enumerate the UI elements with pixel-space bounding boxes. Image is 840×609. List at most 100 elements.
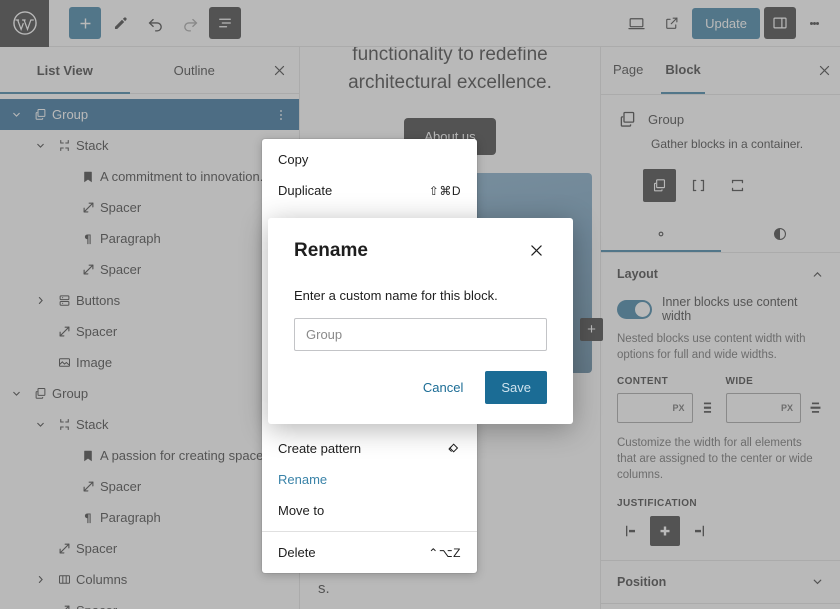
justification-label: JUSTIFICATION [617, 497, 698, 509]
inner-blocks-toggle-row[interactable]: Inner blocks use content width [601, 295, 840, 323]
chevron-down-icon[interactable] [811, 575, 824, 588]
menu-item-create-pattern[interactable]: Create pattern [262, 433, 477, 464]
content-width-align-icon[interactable] [699, 399, 716, 416]
close-icon[interactable] [526, 240, 547, 261]
update-button[interactable]: Update [692, 7, 760, 39]
group-variation-icon[interactable] [643, 169, 676, 202]
list-item-label: A passion for creating spaces [100, 448, 270, 463]
list-view-toggle-button[interactable] [209, 7, 241, 39]
menu-item-copy[interactable]: Copy [262, 144, 477, 175]
list-item-spacer-4[interactable]: Spacer [0, 471, 299, 502]
list-item-columns[interactable]: Columns [0, 564, 299, 595]
justify-left-icon[interactable] [617, 516, 647, 546]
list-item-spacer-1[interactable]: Spacer [0, 192, 299, 223]
list-item-paragraph-1[interactable]: ¶ Paragraph [0, 223, 299, 254]
hero-paragraph[interactable]: functionality to redefine architectural … [300, 47, 600, 96]
inner-blocks-toggle[interactable] [617, 299, 652, 319]
hero-line-2: architectural excellence. [348, 71, 552, 93]
advanced-panel-header[interactable]: Advanced [601, 604, 840, 609]
tools-pencil-icon[interactable] [104, 7, 136, 39]
editor-options-kebab-icon[interactable] [800, 7, 828, 39]
menu-item-move-to[interactable]: Move to [262, 495, 477, 526]
chevron-up-icon[interactable] [811, 268, 824, 281]
sidebar-panel-toggle-icon[interactable] [764, 7, 796, 39]
chevron-right-icon[interactable] [28, 295, 52, 306]
list-item-label: Spacer [76, 324, 118, 339]
tab-outline[interactable]: Outline [130, 47, 260, 94]
tab-list-view[interactable]: List View [0, 47, 130, 94]
wide-width-field: WIDE PX [725, 376, 825, 423]
chevron-down-icon[interactable] [4, 109, 28, 120]
sidebar-close-icon[interactable] [817, 63, 832, 78]
block-options-kebab-icon[interactable] [271, 109, 291, 121]
tab-settings-gear-icon[interactable] [601, 216, 721, 252]
list-item-label: Stack [76, 417, 109, 432]
layout-panel-title: Layout [617, 267, 658, 281]
list-item-group-2[interactable]: Group [0, 378, 299, 409]
chevron-right-icon[interactable] [28, 574, 52, 585]
list-item-spacer-5[interactable]: Spacer [0, 533, 299, 564]
block-variations [601, 157, 840, 202]
list-item-buttons-1[interactable]: Buttons [0, 285, 299, 316]
menu-item-rename[interactable]: Rename [262, 464, 477, 495]
chevron-down-icon[interactable] [4, 388, 28, 399]
justify-right-icon[interactable] [683, 516, 713, 546]
justify-center-icon[interactable] [650, 515, 680, 546]
list-item-label: Paragraph [100, 510, 161, 525]
list-item-stack-2[interactable]: Stack [0, 409, 299, 440]
wide-width-align-icon[interactable] [807, 399, 824, 416]
list-view-tabs: List View Outline [0, 47, 299, 94]
svg-text:¶: ¶ [84, 511, 92, 525]
position-panel-title: Position [617, 574, 667, 589]
list-item-stack-1[interactable]: Stack [0, 130, 299, 161]
spacer-icon [52, 603, 76, 609]
tab-block[interactable]: Block [661, 47, 706, 94]
undo-arrow-icon[interactable] [139, 7, 171, 39]
menu-item-label: Delete [278, 545, 316, 560]
layout-helper-text: Nested blocks use content width with opt… [617, 333, 806, 362]
wordpress-logo-icon[interactable] [0, 0, 49, 47]
cancel-button[interactable]: Cancel [411, 372, 475, 403]
list-item-spacer-3[interactable]: Spacer [0, 316, 299, 347]
layout-panel-header[interactable]: Layout [601, 253, 840, 295]
list-item-heading-2[interactable]: A passion for creating spaces [0, 440, 299, 471]
stack-icon [52, 417, 76, 432]
view-external-link-icon[interactable] [656, 7, 688, 39]
row-variation-icon[interactable] [682, 169, 715, 202]
tab-styles-contrast-icon[interactable] [721, 216, 840, 252]
list-view-close-icon[interactable] [259, 47, 299, 94]
redo-arrow-icon[interactable] [174, 7, 206, 39]
wide-width-input[interactable]: PX [725, 392, 801, 423]
list-item-label: Spacer [76, 541, 118, 556]
block-inserter-button[interactable]: + [580, 318, 603, 341]
content-width-label: CONTENT [617, 375, 669, 387]
menu-item-duplicate[interactable]: Duplicate ⇧⌘D [262, 175, 477, 206]
chevron-down-icon[interactable] [28, 140, 52, 151]
chevron-down-icon[interactable] [28, 419, 52, 430]
columns-icon [52, 572, 76, 587]
list-item-paragraph-2[interactable]: ¶ Paragraph [0, 502, 299, 533]
tab-page[interactable]: Page [613, 47, 643, 94]
list-item-label: Image [76, 355, 113, 370]
position-panel-header[interactable]: Position [601, 561, 840, 603]
rename-modal-header: Rename [294, 240, 547, 262]
stack-variation-icon[interactable] [721, 169, 754, 202]
list-item-label: Spacer [100, 262, 142, 277]
block-name-input[interactable] [294, 318, 547, 351]
list-item-spacer-6[interactable]: Spacer [0, 595, 299, 609]
list-item-label: Paragraph [100, 231, 161, 246]
save-button[interactable]: Save [485, 371, 547, 404]
menu-item-shortcut: ⌃⌥Z [428, 545, 461, 560]
top-bar-left-tools [49, 7, 241, 39]
list-item-heading-1[interactable]: A commitment to innovation... [0, 161, 299, 192]
list-item-group-1[interactable]: Group [0, 99, 299, 130]
block-title: Group [648, 112, 685, 127]
desktop-preview-icon[interactable] [620, 7, 652, 39]
menu-item-delete[interactable]: Delete ⌃⌥Z [262, 537, 477, 568]
content-width-input[interactable]: PX [617, 392, 693, 423]
list-item-image-1[interactable]: Image [0, 347, 299, 378]
list-item-spacer-2[interactable]: Spacer [0, 254, 299, 285]
list-item-label: Columns [76, 572, 128, 587]
add-block-button[interactable] [69, 7, 101, 39]
paragraph-pilcrow-icon: ¶ [76, 510, 100, 525]
